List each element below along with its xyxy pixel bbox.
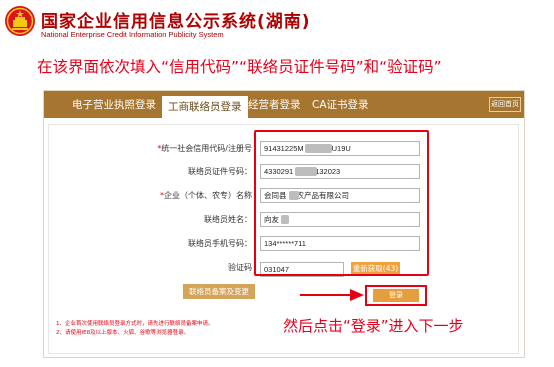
credit-code-label: *统一社会信用代码/注册号 (157, 144, 252, 153)
back-home-button[interactable]: 返回首页 (489, 97, 521, 112)
instruction-annotation: 在该界面依次填入“信用代码”“联络员证件号码”和“验证码” (37, 58, 442, 76)
contact-name-label: 联络员姓名： (204, 215, 252, 224)
site-subtitle: National Enterprise Credit Information P… (41, 30, 224, 39)
liaison-backup-button[interactable]: 联络员备案及变更 (183, 284, 255, 299)
id-number-label: 联络员证件号码： (188, 167, 252, 176)
footnote-item: 2、请使用IE8及以上版本、火狐、谷歌等浏览器登录。 (56, 330, 190, 336)
captcha-label: 验证码 (228, 263, 252, 272)
footnotes: 1、企业首次使用联络员登录方式时，请先进行联络员备案申请。 2、请使用IE8及以… (56, 320, 214, 338)
national-emblem-icon (5, 6, 35, 36)
footnote-item: 1、企业首次使用联络员登录方式时，请先进行联络员备案申请。 (56, 321, 214, 327)
tab-operator-login[interactable]: 经营者登录 (248, 97, 301, 112)
login-button[interactable]: 登录 (373, 289, 419, 302)
arrow-right-icon (300, 289, 364, 301)
tab-ca-login[interactable]: CA证书登录 (312, 97, 369, 112)
site-header: 国家企业信用信息公示系统(湖南) National Enterprise Cre… (0, 0, 554, 48)
login-tabbar: 电子营业执照登录 工商联络员登录 经营者登录 CA证书登录 返回首页 (44, 91, 524, 118)
fields-highlight-box (254, 130, 429, 276)
tab-e-license[interactable]: 电子营业执照登录 (72, 97, 156, 112)
site-title: 国家企业信用信息公示系统(湖南) (41, 12, 311, 32)
login-button-highlight: 登录 (365, 285, 427, 306)
contact-phone-label: 联络员手机号码： (188, 239, 252, 248)
tab-liaison-login[interactable]: 工商联络员登录 (162, 96, 248, 118)
followup-annotation: 然后点击“登录”进入下一步 (283, 317, 464, 335)
company-name-label: *企业（个体、农专）名称 (160, 191, 252, 200)
